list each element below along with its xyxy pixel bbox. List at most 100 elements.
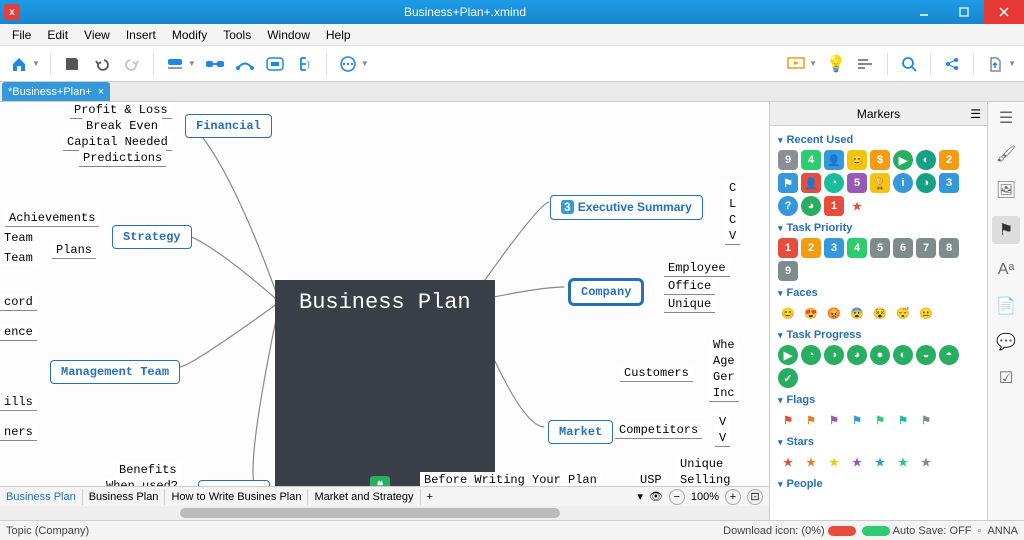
gantt-button[interactable] xyxy=(853,51,879,77)
eye-icon[interactable]: 👁 xyxy=(649,490,663,503)
leaf[interactable]: C xyxy=(725,180,740,197)
marker-item[interactable]: 4 xyxy=(801,150,821,170)
presentation-button[interactable] xyxy=(783,51,809,77)
marker-item[interactable]: ⚑ xyxy=(824,410,844,430)
menu-file[interactable]: File xyxy=(4,26,39,44)
marker-item[interactable]: ⚑ xyxy=(916,410,936,430)
search-button[interactable] xyxy=(896,51,922,77)
marker-item[interactable]: ◐ xyxy=(916,150,936,170)
marker-item[interactable]: 😡 xyxy=(824,303,844,323)
home-dropdown[interactable]: ▼ xyxy=(32,59,40,68)
branch-company[interactable]: Company xyxy=(570,280,642,304)
marker-item[interactable]: ◑ xyxy=(824,345,844,365)
marker-item[interactable]: 👤 xyxy=(801,173,821,193)
menu-edit[interactable]: Edit xyxy=(39,26,76,44)
section-priority[interactable]: Task Priority xyxy=(778,222,979,234)
marker-item[interactable]: ◒ xyxy=(916,345,936,365)
notes-icon[interactable]: 📄 xyxy=(996,296,1016,316)
sheet-tab[interactable]: Business Plan xyxy=(0,489,83,505)
marker-item[interactable]: 7 xyxy=(916,238,936,258)
export-dropdown[interactable]: ▼ xyxy=(1008,59,1016,68)
leaf[interactable]: V xyxy=(715,430,730,447)
add-sheet-button[interactable]: + xyxy=(421,489,439,505)
marker-item[interactable]: 6 xyxy=(893,238,913,258)
markers-menu-icon[interactable]: ☰ xyxy=(970,107,981,121)
leaf[interactable]: Employee xyxy=(664,260,730,277)
more-dropdown[interactable]: ▼ xyxy=(361,59,369,68)
section-stars[interactable]: Stars xyxy=(778,436,979,448)
section-recent[interactable]: Recent Used xyxy=(778,134,979,146)
maximize-button[interactable] xyxy=(944,0,984,24)
outline-icon[interactable]: ☰ xyxy=(996,108,1016,128)
menu-modify[interactable]: Modify xyxy=(164,26,215,44)
leaf[interactable]: Unique xyxy=(676,456,727,473)
leaf[interactable]: Unique xyxy=(664,296,715,313)
section-progress[interactable]: Task Progress xyxy=(778,329,979,341)
marker-item[interactable]: ◕ xyxy=(847,345,867,365)
boundary-button[interactable] xyxy=(262,51,288,77)
marker-item[interactable]: ? xyxy=(778,196,798,216)
brainstorm-button[interactable]: 💡 xyxy=(823,51,849,77)
leaf[interactable]: Achievements xyxy=(5,210,99,227)
leaf[interactable]: L xyxy=(725,196,740,213)
filter-icon[interactable]: ▾ xyxy=(637,490,643,503)
marker-item[interactable]: ◓ xyxy=(939,345,959,365)
leaf[interactable]: Predictions xyxy=(79,150,166,167)
topic-dropdown[interactable]: ▼ xyxy=(188,59,196,68)
marker-item[interactable]: 😐 xyxy=(916,303,936,323)
marker-item[interactable]: 3 xyxy=(939,173,959,193)
comments-icon[interactable]: 💬 xyxy=(996,332,1016,352)
document-tab[interactable]: *Business+Plan+ × xyxy=(2,82,110,101)
marker-item[interactable]: 😍 xyxy=(801,303,821,323)
tab-close-icon[interactable]: × xyxy=(98,86,104,98)
marker-item[interactable]: ★ xyxy=(893,452,913,472)
marker-item[interactable]: ★ xyxy=(847,452,867,472)
marker-item[interactable]: 🏆 xyxy=(870,173,890,193)
menu-window[interactable]: Window xyxy=(259,26,318,44)
topic-button[interactable] xyxy=(162,51,188,77)
branch-financial[interactable]: Financial xyxy=(185,114,272,138)
mindmap-canvas[interactable]: Business Plan Financial Profit & Loss Br… xyxy=(0,102,770,520)
leaf[interactable]: V xyxy=(725,228,740,245)
marker-item[interactable]: i xyxy=(893,173,913,193)
section-people[interactable]: People xyxy=(778,478,979,490)
marker-item[interactable]: 😴 xyxy=(893,303,913,323)
leaf[interactable]: Team xyxy=(0,230,37,246)
leaf[interactable]: Whe xyxy=(709,337,739,354)
marker-item[interactable]: ◔ xyxy=(801,345,821,365)
leaf[interactable]: Office xyxy=(664,278,715,295)
leaf[interactable]: ence xyxy=(0,324,37,341)
marker-item[interactable]: 2 xyxy=(939,150,959,170)
leaf[interactable]: Inc xyxy=(709,385,739,402)
zoom-in-button[interactable]: + xyxy=(725,489,741,505)
presentation-dropdown[interactable]: ▼ xyxy=(809,59,817,68)
leaf[interactable]: Competitors xyxy=(615,422,702,439)
leaf[interactable]: Age xyxy=(709,353,739,370)
marker-item[interactable]: ✓ xyxy=(778,368,798,388)
marker-item[interactable]: $ xyxy=(870,150,890,170)
save-button[interactable] xyxy=(59,51,85,77)
menu-insert[interactable]: Insert xyxy=(118,26,164,44)
marker-item[interactable]: 4 xyxy=(847,238,867,258)
leaf[interactable]: Team xyxy=(0,250,37,266)
marker-item[interactable]: ● xyxy=(870,345,890,365)
export-button[interactable] xyxy=(982,51,1008,77)
marker-item[interactable]: ⚑ xyxy=(847,410,867,430)
leaf[interactable]: ills xyxy=(0,394,37,411)
menu-help[interactable]: Help xyxy=(318,26,359,44)
marker-item[interactable]: ★ xyxy=(824,452,844,472)
marker-item[interactable]: ▶ xyxy=(778,345,798,365)
marker-item[interactable]: ★ xyxy=(870,452,890,472)
section-faces[interactable]: Faces xyxy=(778,287,979,299)
marker-item[interactable]: 9 xyxy=(778,261,798,281)
marker-item[interactable]: ⚑ xyxy=(778,173,798,193)
marker-item[interactable]: 😊 xyxy=(847,150,867,170)
share-button[interactable] xyxy=(939,51,965,77)
task-icon[interactable]: ☑ xyxy=(996,368,1016,388)
sheet-tab[interactable]: How to Write Busines Plan xyxy=(165,489,308,505)
menu-view[interactable]: View xyxy=(76,26,118,44)
leaf[interactable]: Capital Needed xyxy=(63,134,172,151)
zoom-fit-button[interactable]: ⊡ xyxy=(747,489,763,505)
horizontal-scrollbar[interactable] xyxy=(0,506,769,520)
leaf[interactable]: Plans xyxy=(52,242,96,259)
